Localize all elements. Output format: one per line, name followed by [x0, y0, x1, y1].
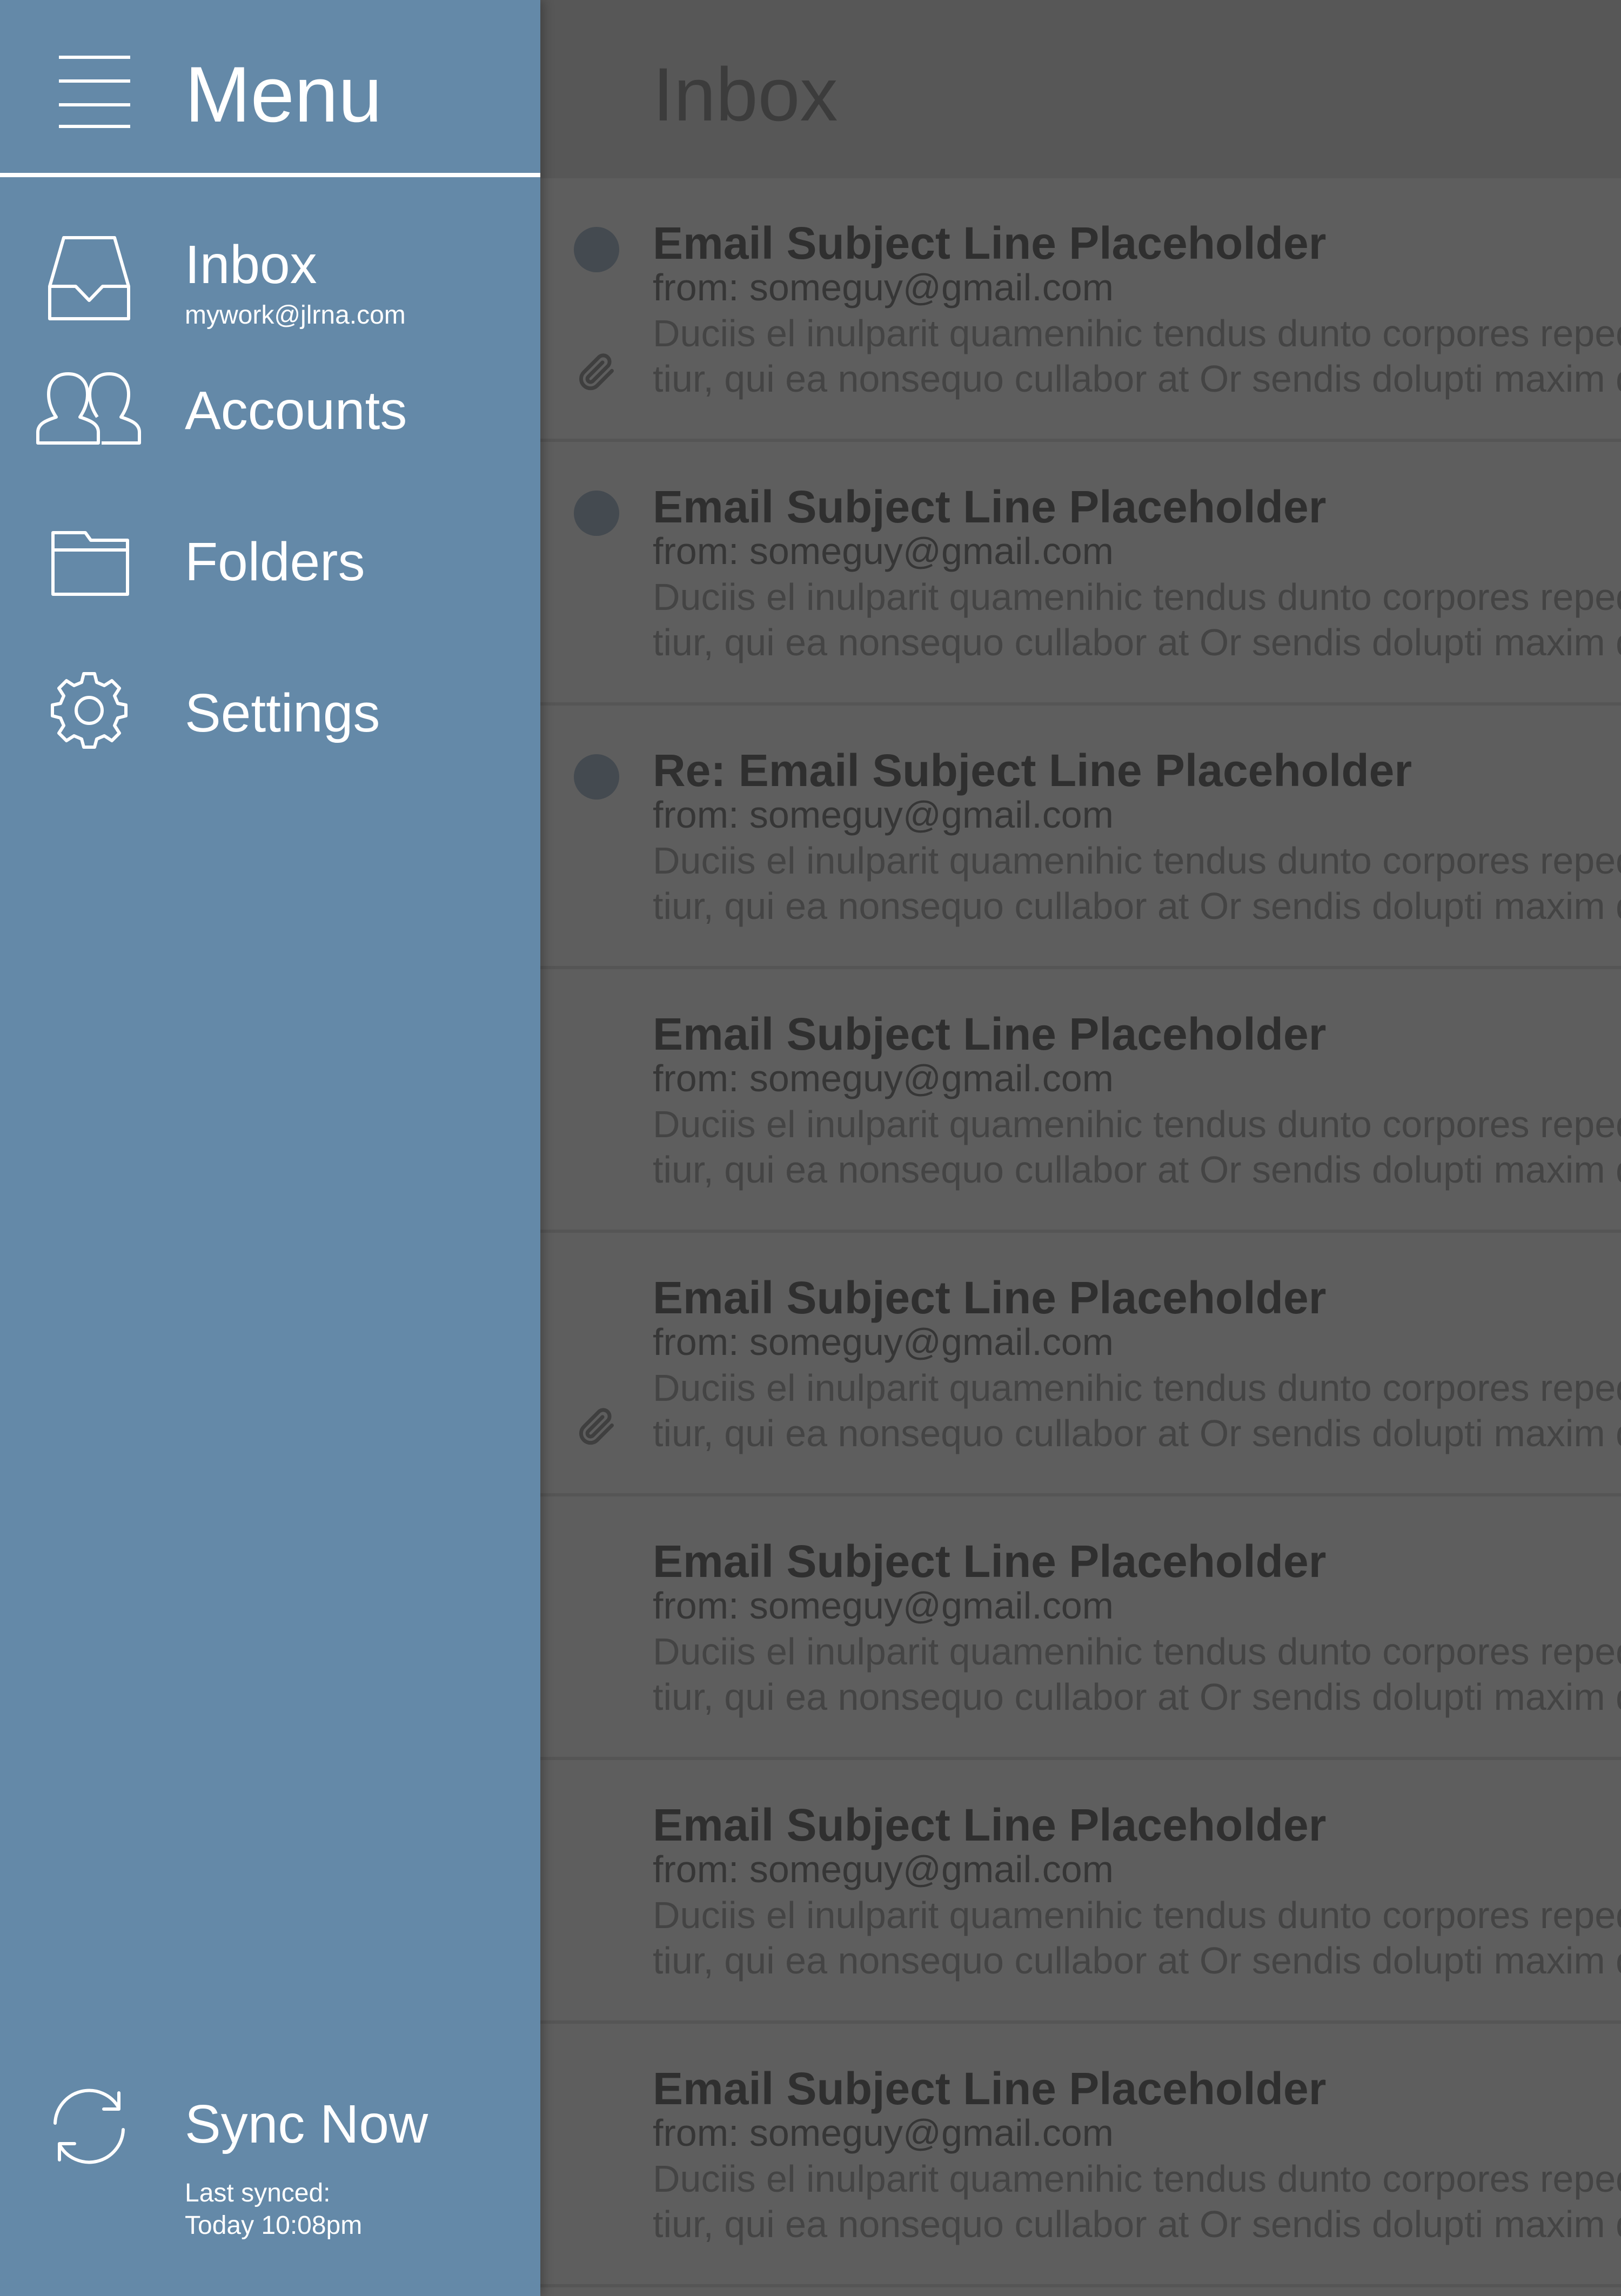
email-list: Email Subject Line Placeholder from: som… — [540, 178, 1621, 2287]
gear-icon — [32, 670, 146, 773]
email-preview-line-1: Duciis el inulparit quamenihic tendus du… — [653, 840, 1621, 882]
inbox-header: Inbox — [540, 0, 1621, 178]
email-preview-line-1: Duciis el inulparit quamenihic tendus du… — [653, 1894, 1621, 1936]
drawer-item-sublabel: mywork@jlrna.com — [185, 301, 406, 330]
unread-indicator — [574, 491, 619, 536]
email-sender: from: someguy@gmail.com — [653, 1848, 1114, 1890]
email-preview-line-1: Duciis el inulparit quamenihic tendus du… — [653, 1367, 1621, 1409]
email-subject: Email Subject Line Placeholder — [653, 1272, 1327, 1323]
last-synced-label: Last synced: — [185, 2179, 331, 2207]
email-preview-line-1: Duciis el inulparit quamenihic tendus du… — [653, 576, 1621, 618]
drawer-item-folders[interactable]: Folders — [0, 513, 540, 643]
email-preview-line-2: tiur, qui ea nonsequo cullabor at Or sen… — [653, 1149, 1621, 1191]
email-subject: Email Subject Line Placeholder — [653, 218, 1327, 268]
email-list-item[interactable]: Email Subject Line Placeholder from: som… — [540, 178, 1621, 442]
paperclip-icon — [576, 351, 617, 392]
drawer-item-inbox[interactable]: Inbox mywork@jlrna.com — [0, 211, 540, 340]
email-preview-line-2: tiur, qui ea nonsequo cullabor at Or sen… — [653, 1412, 1621, 1454]
unread-indicator — [574, 227, 619, 272]
email-preview: Duciis el inulparit quamenihic tendus du… — [653, 1892, 1621, 1983]
inbox-tray-icon — [32, 221, 146, 324]
email-preview-line-2: tiur, qui ea nonsequo cullabor at Or sen… — [653, 1676, 1621, 1718]
email-preview-line-1: Duciis el inulparit quamenihic tendus du… — [653, 312, 1621, 354]
unread-indicator — [574, 754, 619, 800]
email-list-item[interactable]: Email Subject Line Placeholder from: som… — [540, 969, 1621, 1233]
email-preview-line-2: tiur, qui ea nonsequo cullabor at Or sen… — [653, 621, 1621, 663]
navigation-drawer: Menu Inbox mywork@jlrna.com Accounts Fol… — [0, 0, 540, 2296]
email-sender: from: someguy@gmail.com — [653, 1321, 1114, 1363]
drawer-item-label: Folders — [185, 532, 365, 592]
email-preview-line-1: Duciis el inulparit quamenihic tendus du… — [653, 1103, 1621, 1145]
paperclip-icon — [576, 1406, 617, 1447]
email-preview: Duciis el inulparit quamenihic tendus du… — [653, 2156, 1621, 2247]
accounts-icon — [32, 367, 146, 470]
sync-now-button[interactable]: Sync Now Last synced: Today 10:08pm — [0, 2064, 540, 2258]
email-subject: Email Subject Line Placeholder — [653, 1536, 1327, 1587]
folder-icon — [32, 524, 146, 627]
email-sender: from: someguy@gmail.com — [653, 1057, 1114, 1099]
email-sender: from: someguy@gmail.com — [653, 266, 1114, 308]
drawer-item-settings[interactable]: Settings — [0, 664, 540, 794]
email-preview-line-2: tiur, qui ea nonsequo cullabor at Or sen… — [653, 2203, 1621, 2245]
sync-icon — [32, 2080, 146, 2183]
email-sender: from: someguy@gmail.com — [653, 794, 1114, 836]
email-subject: Email Subject Line Placeholder — [653, 2063, 1327, 2114]
email-preview-line-1: Duciis el inulparit quamenihic tendus du… — [653, 2158, 1621, 2200]
email-list-item[interactable]: Email Subject Line Placeholder from: som… — [540, 442, 1621, 706]
email-subject: Email Subject Line Placeholder — [653, 1800, 1327, 1850]
drawer-item-label: Settings — [185, 683, 380, 743]
email-preview: Duciis el inulparit quamenihic tendus du… — [653, 1365, 1621, 1456]
email-list-item[interactable]: Email Subject Line Placeholder from: som… — [540, 1760, 1621, 2024]
email-subject: Email Subject Line Placeholder — [653, 481, 1327, 532]
email-subject: Re: Email Subject Line Placeholder — [653, 745, 1412, 796]
email-preview: Duciis el inulparit quamenihic tendus du… — [653, 838, 1621, 929]
email-list-item[interactable]: Email Subject Line Placeholder from: som… — [540, 2024, 1621, 2287]
email-preview: Duciis el inulparit quamenihic tendus du… — [653, 1629, 1621, 1720]
email-sender: from: someguy@gmail.com — [653, 530, 1114, 572]
email-list-item[interactable]: Email Subject Line Placeholder from: som… — [540, 1233, 1621, 1496]
email-preview: Duciis el inulparit quamenihic tendus du… — [653, 311, 1621, 401]
email-preview-line-2: tiur, qui ea nonsequo cullabor at Or sen… — [653, 358, 1621, 400]
email-preview: Duciis el inulparit quamenihic tendus du… — [653, 574, 1621, 665]
last-synced-info: Last synced: Today 10:08pm — [185, 2177, 362, 2242]
drawer-item-label: Accounts — [185, 380, 407, 441]
sync-now-label: Sync Now — [185, 2094, 428, 2154]
drawer-title: Menu — [185, 50, 383, 138]
inbox-view: Inbox Email Subject Line Placeholder fro… — [540, 0, 1621, 2296]
page-title: Inbox — [653, 52, 838, 137]
last-synced-time: Today 10:08pm — [185, 2211, 363, 2240]
email-list-item[interactable]: Re: Email Subject Line Placeholder from:… — [540, 706, 1621, 969]
email-subject: Email Subject Line Placeholder — [653, 1009, 1327, 1059]
drawer-header: Menu — [0, 0, 540, 177]
email-sender: from: someguy@gmail.com — [653, 1585, 1114, 1627]
email-preview-line-2: tiur, qui ea nonsequo cullabor at Or sen… — [653, 1939, 1621, 1982]
drawer-item-label: Inbox — [185, 234, 317, 295]
drawer-item-accounts[interactable]: Accounts — [0, 362, 540, 492]
email-sender: from: someguy@gmail.com — [653, 2112, 1114, 2154]
email-preview-line-2: tiur, qui ea nonsequo cullabor at Or sen… — [653, 885, 1621, 927]
email-preview: Duciis el inulparit quamenihic tendus du… — [653, 1102, 1621, 1192]
email-preview-line-1: Duciis el inulparit quamenihic tendus du… — [653, 1630, 1621, 1673]
email-list-item[interactable]: Email Subject Line Placeholder from: som… — [540, 1496, 1621, 1760]
hamburger-icon[interactable] — [57, 54, 132, 130]
